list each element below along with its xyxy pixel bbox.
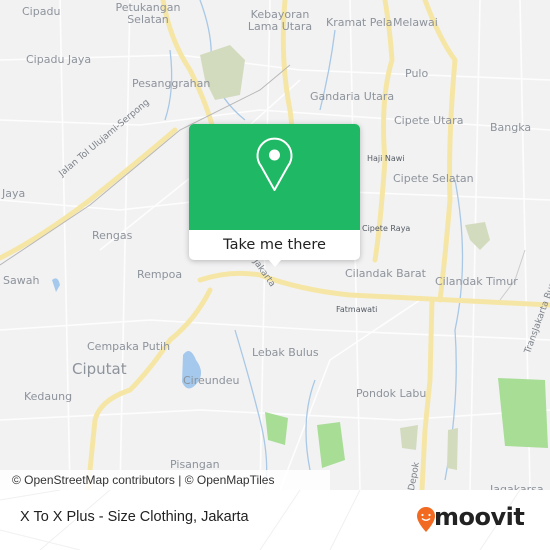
map-label: Melawai [393, 16, 438, 29]
map-label: Cipete Selatan [393, 172, 474, 185]
take-me-there-button[interactable]: Take me there [189, 230, 360, 260]
map-label: Cempaka Putih [87, 340, 171, 353]
map-label: Rengas [92, 229, 133, 242]
map-label: Sawah [3, 274, 40, 287]
map-label: Cipadu [22, 5, 61, 18]
destination-popup: Take me there [189, 124, 360, 260]
map-label: Cipete Raya [362, 224, 411, 233]
moovit-pin-icon [417, 507, 435, 532]
map-label: Pulo [405, 67, 429, 80]
map-label: Rempoa [137, 268, 183, 281]
map-attribution[interactable]: © OpenStreetMap contributors | © OpenMap… [0, 470, 330, 490]
place-title: X To X Plus - Size Clothing, Jakarta [20, 509, 249, 525]
map-label: Pesanggrahan [132, 77, 211, 90]
map-label: Gandaria Utara [310, 90, 395, 103]
map-label: Pondok Labu [356, 387, 427, 400]
map-label: Kramat Pela [326, 16, 393, 29]
map-label: Fatmawati [336, 305, 378, 314]
map-label: Cilandak Barat [345, 267, 426, 280]
moovit-wordmark: moovit [434, 503, 525, 531]
popup-pointer [268, 259, 282, 267]
map-label: Cireundeu [183, 374, 240, 387]
map-label: Petukangan Selatan [115, 1, 181, 27]
map-label: Cilandak Timur [435, 275, 518, 288]
map-label: Kebayoran Lama Utara [247, 8, 313, 34]
map-label: Ciputat [72, 360, 127, 378]
map-label: Kedaung [24, 390, 73, 403]
map-label: Lebak Bulus [252, 346, 319, 359]
map-label: Cipadu Jaya [26, 53, 92, 66]
popup-header [189, 124, 360, 230]
map-label: Haji Nawi [367, 154, 405, 163]
map-label: Jaya [2, 187, 26, 200]
location-pin-icon [256, 137, 293, 191]
map-label: Bangka [490, 121, 532, 134]
map-label: Cipete Utara [394, 114, 464, 127]
